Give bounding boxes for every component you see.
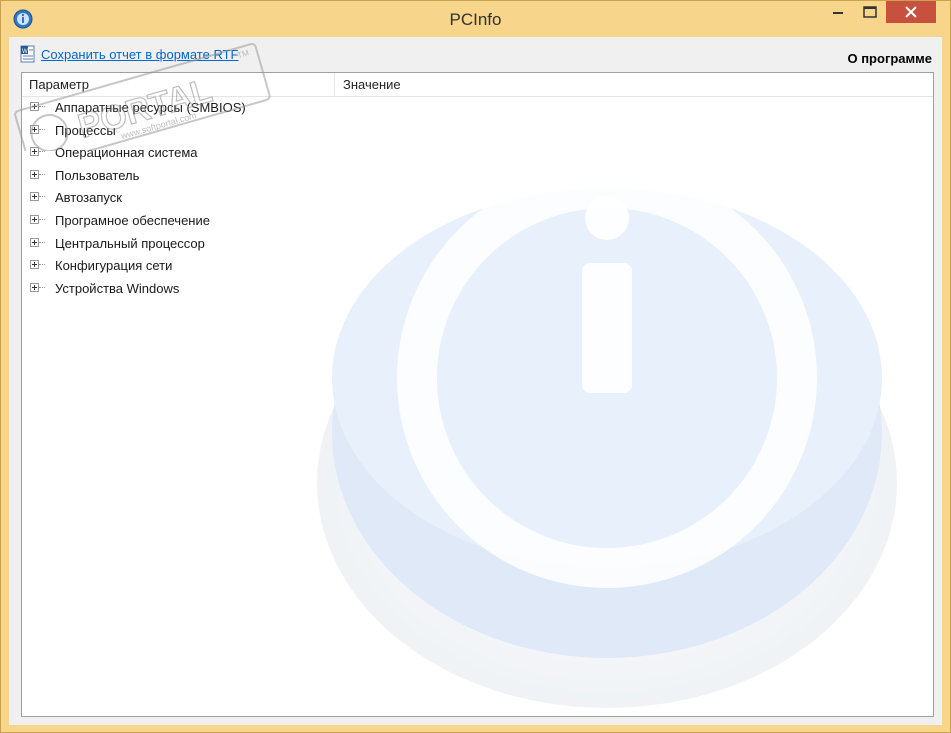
plus-expander-icon[interactable] bbox=[30, 147, 39, 157]
plus-expander-icon[interactable] bbox=[30, 192, 39, 202]
save-report-link[interactable]: W Сохранить отчет в формате RTF bbox=[19, 45, 239, 63]
tree-node-autorun[interactable]: Автозапуск bbox=[22, 187, 933, 210]
tree-node-smbios[interactable]: Аппаратные ресурсы (SMBIOS) bbox=[22, 97, 933, 120]
window-title: PCInfo bbox=[449, 10, 502, 29]
plus-expander-icon[interactable] bbox=[30, 237, 39, 247]
close-icon bbox=[905, 6, 917, 18]
svg-text:W: W bbox=[22, 49, 28, 55]
save-report-label: Сохранить отчет в формате RTF bbox=[41, 46, 239, 62]
tree-node-label: Програмное обеспечение bbox=[55, 212, 210, 228]
tree-node-label: Пользователь bbox=[55, 167, 140, 183]
tree-node-devices[interactable]: Устройства Windows bbox=[22, 278, 933, 301]
column-header-parameter[interactable]: Параметр bbox=[22, 73, 335, 96]
tree-node-label: Центральный процессор bbox=[55, 235, 205, 251]
parameter-tree[interactable]: Параметр Значение Аппаратные ресурсы (SM… bbox=[21, 72, 934, 717]
tree-list: Аппаратные ресурсы (SMBIOS) Процессы Опе… bbox=[22, 97, 933, 300]
tree-node-cpu[interactable]: Центральный процессор bbox=[22, 233, 933, 256]
plus-expander-icon[interactable] bbox=[30, 124, 39, 134]
about-link[interactable]: О программе bbox=[847, 51, 932, 66]
app-window: PCInfo W Сохранить отчет в формате RTF О… bbox=[0, 0, 951, 733]
tree-header: Параметр Значение bbox=[22, 73, 933, 97]
tree-node-label: Аппаратные ресурсы (SMBIOS) bbox=[55, 100, 246, 115]
title-bar[interactable]: PCInfo bbox=[1, 1, 950, 37]
plus-expander-icon[interactable] bbox=[30, 282, 39, 292]
plus-expander-icon[interactable] bbox=[30, 169, 39, 179]
maximize-icon bbox=[863, 6, 877, 18]
close-button[interactable] bbox=[886, 1, 936, 23]
tree-node-user[interactable]: Пользователь bbox=[22, 165, 933, 188]
tree-node-processes[interactable]: Процессы bbox=[22, 120, 933, 143]
minimize-button[interactable] bbox=[821, 1, 855, 23]
rtf-document-icon: W bbox=[20, 45, 35, 63]
tree-node-label: Устройства Windows bbox=[55, 280, 180, 296]
maximize-button[interactable] bbox=[853, 1, 887, 23]
tree-node-label: Операционная система bbox=[55, 145, 198, 161]
client-area: W Сохранить отчет в формате RTF О програ… bbox=[9, 37, 942, 725]
column-header-value[interactable]: Значение bbox=[335, 73, 401, 96]
plus-expander-icon[interactable] bbox=[30, 214, 39, 224]
tree-node-os[interactable]: Операционная система bbox=[22, 142, 933, 165]
tree-node-software[interactable]: Програмное обеспечение bbox=[22, 210, 933, 233]
tree-node-label: Конфигурация сети bbox=[55, 258, 173, 274]
minimize-icon bbox=[833, 12, 843, 14]
plus-expander-icon[interactable] bbox=[30, 102, 39, 111]
tree-node-label: Процессы bbox=[55, 122, 116, 138]
plus-expander-icon[interactable] bbox=[30, 260, 39, 270]
tree-node-network[interactable]: Конфигурация сети bbox=[22, 255, 933, 278]
tree-node-label: Автозапуск bbox=[55, 190, 122, 206]
